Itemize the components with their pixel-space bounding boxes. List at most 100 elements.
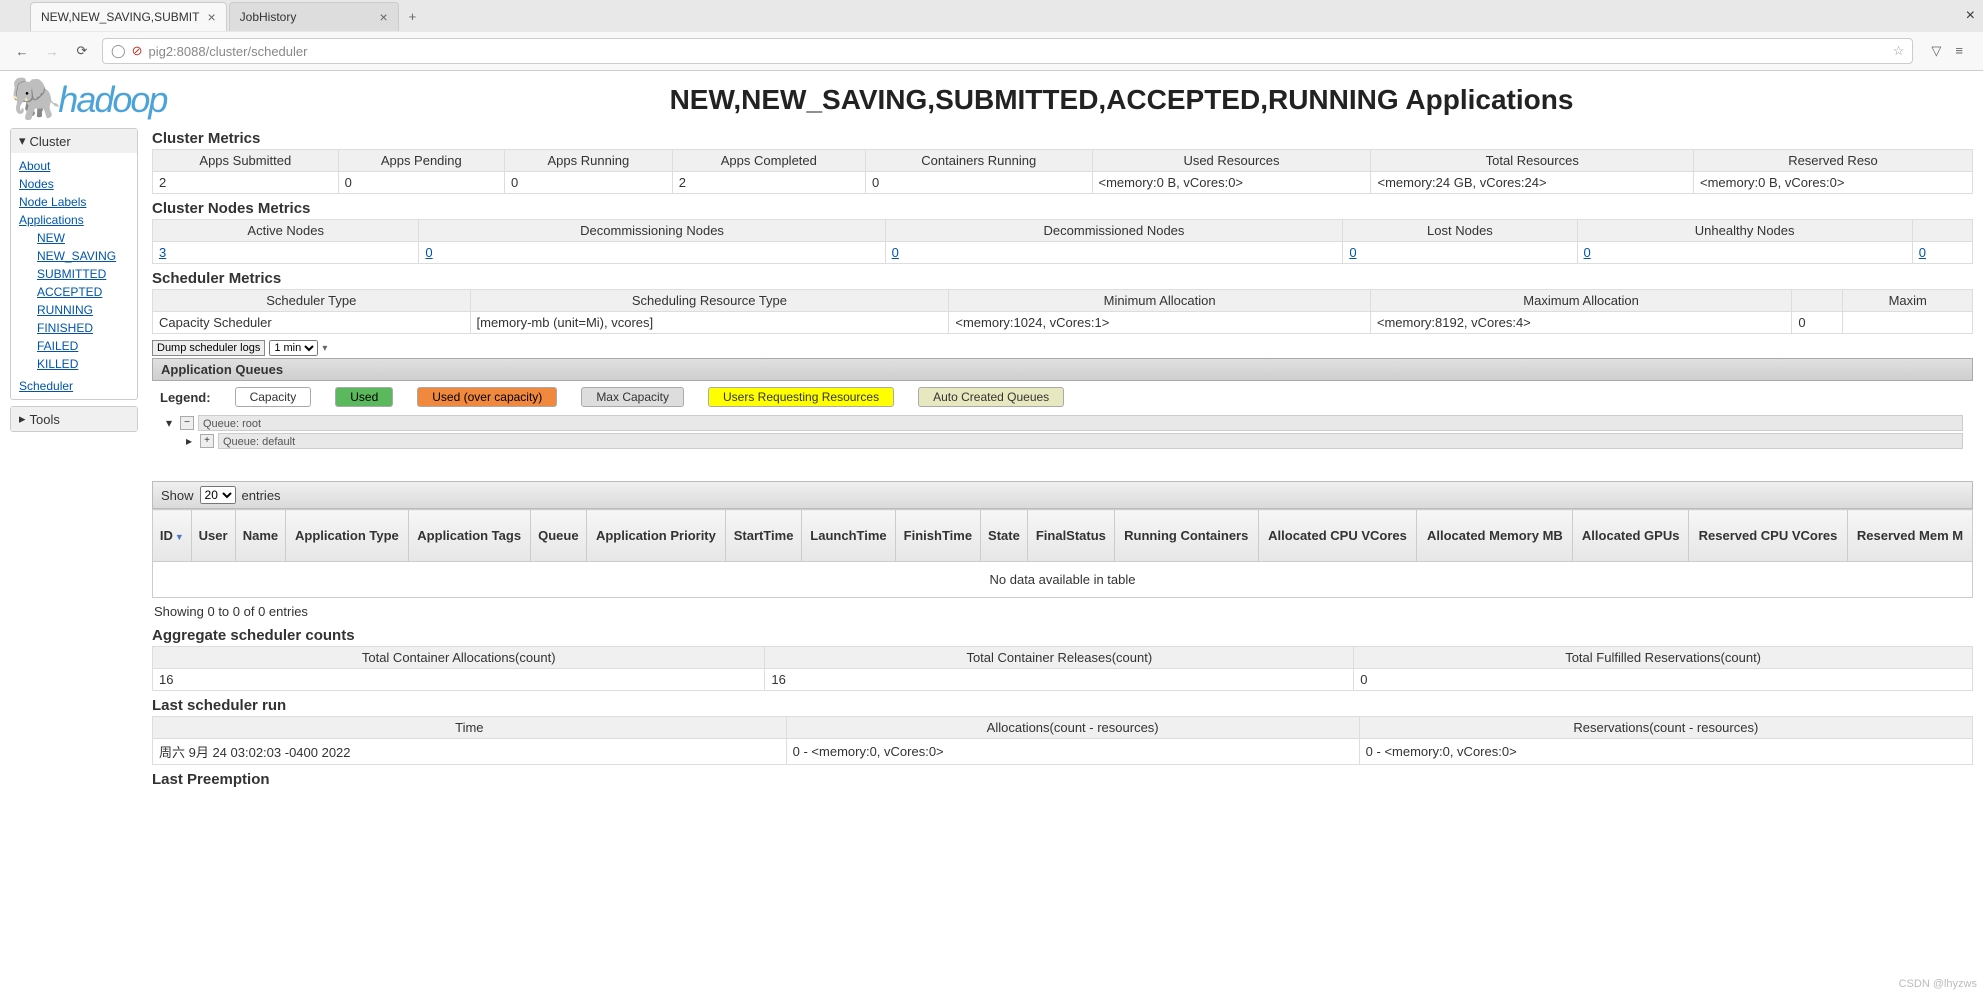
th: Total Resources <box>1371 150 1694 172</box>
sidebar-link-submitted[interactable]: SUBMITTED <box>37 265 129 283</box>
url-bar[interactable]: ◯ ⊘ ☆ <box>102 38 1913 64</box>
th: Minimum Allocation <box>949 290 1370 312</box>
th-running[interactable]: Running Containers <box>1114 510 1258 562</box>
lost-nodes-link[interactable]: 0 <box>1349 245 1356 260</box>
th-resvcores[interactable]: Reserved CPU VCores <box>1689 510 1848 562</box>
sidebar-cluster-header[interactable]: ▾ Cluster <box>11 129 137 153</box>
th-resmem[interactable]: Reserved Mem M <box>1847 510 1972 562</box>
back-button[interactable]: ← <box>12 41 32 61</box>
dump-duration-select[interactable]: 1 min <box>269 340 318 356</box>
th-vcores[interactable]: Allocated CPU VCores <box>1258 510 1417 562</box>
th-priority[interactable]: Application Priority <box>586 510 725 562</box>
app-queues-header: Application Queues <box>152 358 1973 381</box>
nodes-link[interactable]: 0 <box>1919 245 1926 260</box>
th-mem[interactable]: Allocated Memory MB <box>1417 510 1573 562</box>
tab-inactive[interactable]: JobHistory × <box>229 2 399 31</box>
minus-icon[interactable]: − <box>180 416 194 430</box>
sort-desc-icon: ▼ <box>175 532 184 542</box>
forward-button[interactable]: → <box>42 41 62 61</box>
th: Used Resources <box>1092 150 1371 172</box>
th: Maximum Allocation <box>1370 290 1791 312</box>
nav-bar: ← → ⟳ ◯ ⊘ ☆ ▽ ≡ <box>0 32 1983 70</box>
queue-default-bar[interactable]: Queue: default <box>218 433 1963 449</box>
th: Reserved Reso <box>1693 150 1972 172</box>
legend-auto: Auto Created Queues <box>918 387 1064 407</box>
new-tab-button[interactable]: + <box>401 5 425 28</box>
th-queue[interactable]: Queue <box>530 510 586 562</box>
th-apptype[interactable]: Application Type <box>286 510 408 562</box>
th-apptags[interactable]: Application Tags <box>408 510 530 562</box>
main-content: Cluster Metrics Apps Submitted Apps Pend… <box>152 128 1973 790</box>
tree-expand-icon[interactable]: ▸ <box>182 434 196 448</box>
sidebar-link-running[interactable]: RUNNING <box>37 301 129 319</box>
plus-icon[interactable]: + <box>200 434 214 448</box>
active-nodes-link[interactable]: 3 <box>159 245 166 260</box>
th-name[interactable]: Name <box>235 510 286 562</box>
th-user[interactable]: User <box>191 510 235 562</box>
th-launchtime[interactable]: LaunchTime <box>802 510 896 562</box>
last-run-title: Last scheduler run <box>152 697 1973 714</box>
sidebar-link-nodelabels[interactable]: Node Labels <box>19 193 129 211</box>
entries-select[interactable]: 20 <box>200 486 236 504</box>
close-icon[interactable]: × <box>379 9 387 25</box>
close-icon[interactable]: × <box>207 9 215 25</box>
chevron-down-icon: ▾ <box>19 133 26 149</box>
sidebar-link-applications[interactable]: Applications <box>19 211 129 229</box>
td: <memory:1024, vCores:1> <box>949 312 1370 334</box>
window-close-icon[interactable]: × <box>1966 7 1975 25</box>
sidebar-link-scheduler[interactable]: Scheduler <box>19 377 129 395</box>
td: 16 <box>765 669 1354 691</box>
menu-icon[interactable]: ≡ <box>1955 43 1963 59</box>
sidebar-link-killed[interactable]: KILLED <box>37 355 129 373</box>
tab-active[interactable]: NEW,NEW_SAVING,SUBMIT × <box>30 2 227 31</box>
th: Reservations(count - resources) <box>1359 717 1972 739</box>
th-id[interactable]: ID▼ <box>153 510 192 562</box>
sidebar-tools-header[interactable]: ▸ Tools <box>11 407 137 431</box>
showing-info: Showing 0 to 0 of 0 entries <box>152 598 1973 625</box>
th-finalstatus[interactable]: FinalStatus <box>1027 510 1114 562</box>
sidebar-link-about[interactable]: About <box>19 157 129 175</box>
sidebar-link-finished[interactable]: FINISHED <box>37 319 129 337</box>
decom-nodes-link[interactable]: 0 <box>425 245 432 260</box>
tree-collapse-icon[interactable]: ▾ <box>162 416 176 430</box>
queue-root-bar[interactable]: Queue: root <box>198 415 1963 431</box>
td: 0 <box>1343 242 1577 264</box>
th-starttime[interactable]: StartTime <box>726 510 802 562</box>
sidebar-link-failed[interactable]: FAILED <box>37 337 129 355</box>
pocket-icon[interactable]: ▽ <box>1931 43 1941 59</box>
unhealthy-nodes-link[interactable]: 0 <box>1584 245 1591 260</box>
sidebar: ▾ Cluster About Nodes Node Labels Applic… <box>10 128 138 790</box>
page-title: NEW,NEW_SAVING,SUBMITTED,ACCEPTED,RUNNIN… <box>270 84 1973 116</box>
legend-over: Used (over capacity) <box>417 387 557 407</box>
reload-button[interactable]: ⟳ <box>72 41 92 61</box>
sidebar-link-new[interactable]: NEW <box>37 229 129 247</box>
td: Capacity Scheduler <box>153 312 471 334</box>
url-input[interactable] <box>148 44 1886 59</box>
td: [memory-mb (unit=Mi), vcores] <box>470 312 949 334</box>
th: Time <box>153 717 787 739</box>
chevron-down-icon: ▾ <box>322 343 327 354</box>
sidebar-link-newsaving[interactable]: NEW_SAVING <box>37 247 129 265</box>
sidebar-link-nodes[interactable]: Nodes <box>19 175 129 193</box>
th-state[interactable]: State <box>980 510 1027 562</box>
decomd-nodes-link[interactable]: 0 <box>892 245 899 260</box>
td: 0 <box>865 172 1092 194</box>
td: 0 <box>1577 242 1912 264</box>
td: 周六 9月 24 03:02:03 -0400 2022 <box>153 739 787 765</box>
sidebar-link-accepted[interactable]: ACCEPTED <box>37 283 129 301</box>
td: 0 - <memory:0, vCores:0> <box>786 739 1359 765</box>
th-gpus[interactable]: Allocated GPUs <box>1573 510 1689 562</box>
td: 0 <box>1354 669 1973 691</box>
td: 0 - <memory:0, vCores:0> <box>1359 739 1972 765</box>
legend-label: Legend: <box>160 390 211 405</box>
dump-scheduler-button[interactable]: Dump scheduler logs <box>152 340 265 356</box>
lock-icon: ⊘ <box>132 43 143 59</box>
td: <memory:0 B, vCores:0> <box>1693 172 1972 194</box>
td: 0 <box>505 172 673 194</box>
th: Scheduler Type <box>153 290 471 312</box>
th-finishtime[interactable]: FinishTime <box>895 510 980 562</box>
bookmark-star-icon[interactable]: ☆ <box>1893 43 1905 59</box>
th: Active Nodes <box>153 220 419 242</box>
logo: 🐘hadoop <box>10 75 250 124</box>
th <box>1792 290 1843 312</box>
